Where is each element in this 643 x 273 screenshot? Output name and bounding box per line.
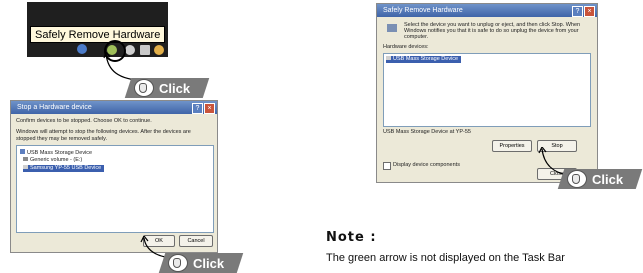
- device-list[interactable]: USB Mass Storage Device Generic volume -…: [16, 145, 214, 233]
- confirm-text: Confirm devices to be stopped. Choose OK…: [16, 118, 152, 124]
- close-icon[interactable]: ×: [204, 103, 215, 114]
- click-label: Click: [159, 80, 191, 96]
- hardware-devices-label: Hardware devices:: [383, 44, 429, 50]
- safe-dialog-titlebar: Safely Remove Hardware ? ×: [377, 4, 597, 17]
- note-title: Note :: [326, 230, 377, 245]
- click-badge-ok: Click: [158, 253, 244, 273]
- stop-dialog-titlebar: Stop a Hardware device ? ×: [11, 101, 217, 114]
- hardware-icon: [387, 24, 397, 32]
- cancel-button[interactable]: Cancel: [179, 235, 213, 247]
- note-text: The green arrow is not displayed on the …: [326, 252, 565, 264]
- stop-hardware-dialog: Stop a Hardware device ? × Confirm devic…: [10, 100, 218, 253]
- click-label: Click: [592, 171, 624, 187]
- stop-dialog-title: Stop a Hardware device: [17, 104, 92, 111]
- network-icon[interactable]: [77, 44, 87, 54]
- help-icon[interactable]: ?: [572, 6, 583, 17]
- display-components-checkbox[interactable]: [383, 162, 391, 170]
- click-badge-tray: Click: [124, 78, 210, 98]
- display-components-label: Display device components: [393, 162, 460, 168]
- click-label: Click: [193, 255, 225, 271]
- safely-remove-tooltip: Safely Remove Hardware: [30, 26, 165, 43]
- mouse-icon: [134, 79, 154, 97]
- info-text-2: stopped they may be removed safely.: [16, 136, 108, 142]
- device-label: USB Mass Storage Device: [27, 150, 93, 156]
- device-item-usb-mass-storage[interactable]: USB Mass Storage Device: [386, 56, 462, 63]
- properties-button[interactable]: Properties: [492, 140, 532, 152]
- mouse-icon: [168, 254, 188, 272]
- device-label: Samsung YP-55 USB Device: [30, 165, 102, 171]
- device-item-generic-volume[interactable]: Generic volume - (E:): [23, 157, 82, 164]
- device-item-usb-mass-storage[interactable]: USB Mass Storage Device: [20, 149, 92, 157]
- info-text-1: Windows will attempt to stop the followi…: [16, 129, 191, 135]
- drive-icon: [23, 165, 28, 169]
- tray-misc-icon[interactable]: [154, 45, 164, 55]
- device-item-samsung[interactable]: Samsung YP-55 USB Device: [23, 165, 105, 172]
- intro-text-2: Windows notifies you that it is safe to …: [404, 28, 579, 34]
- safe-dialog-title: Safely Remove Hardware: [383, 7, 463, 14]
- hardware-device-list[interactable]: USB Mass Storage Device: [383, 53, 591, 127]
- taskbar-tray: Safely Remove Hardware: [27, 2, 168, 62]
- display-icon[interactable]: [140, 45, 150, 55]
- usb-icon: [386, 56, 391, 60]
- device-label: USB Mass Storage Device: [393, 56, 459, 62]
- help-icon[interactable]: ?: [192, 103, 203, 114]
- mouse-icon: [567, 170, 587, 188]
- click-badge-stop: Click: [557, 169, 643, 189]
- usb-icon: [20, 149, 25, 154]
- close-icon[interactable]: ×: [584, 6, 595, 17]
- device-status-text: USB Mass Storage Device at YP-55: [383, 129, 471, 135]
- intro-text-3: computer.: [404, 34, 429, 40]
- drive-icon: [23, 157, 28, 161]
- device-label: Generic volume - (E:): [30, 157, 83, 163]
